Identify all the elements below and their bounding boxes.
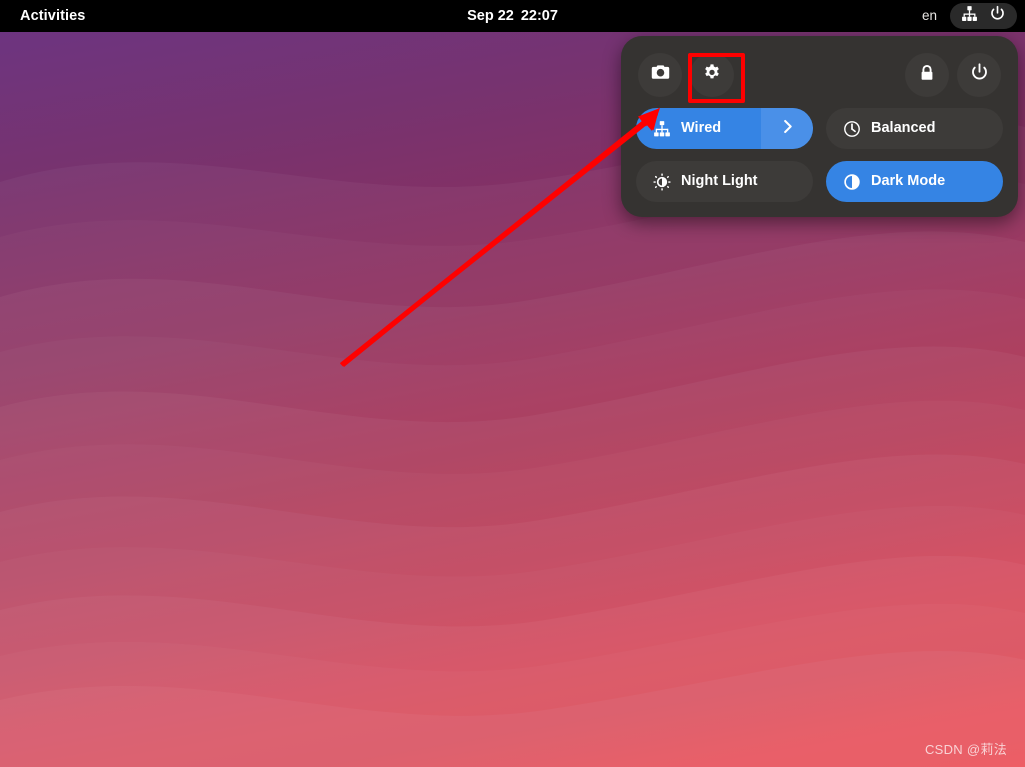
tile-power-profile[interactable]: Balanced (826, 108, 1003, 149)
system-status-menu-button[interactable] (950, 3, 1017, 29)
tile-label: Wired (681, 119, 722, 136)
screenshot-button[interactable] (638, 53, 682, 97)
tile-wired[interactable]: Wired (636, 108, 813, 149)
lock-icon (917, 63, 937, 88)
gear-icon (702, 63, 722, 88)
power-icon (989, 5, 1006, 27)
keyboard-language-indicator[interactable]: en (922, 0, 937, 32)
desktop-screen: Activities Sep 22 22:07 en Wired Balance… (0, 0, 1025, 767)
watermark: CSDN @莉法 (924, 742, 1007, 757)
tile-label: Balanced (871, 119, 936, 136)
camera-icon (650, 62, 671, 88)
tile-label: Night Light (681, 172, 758, 189)
quick-settings-panel: Wired Balanced Night Light Dark Mode (621, 36, 1018, 217)
activities-button[interactable]: Activities (14, 0, 91, 32)
chevron-right-icon (779, 118, 796, 139)
clock[interactable]: Sep 22 22:07 (0, 0, 1025, 32)
clock-time: 22:07 (520, 8, 558, 24)
clock-date: Sep 22 (467, 8, 514, 24)
quick-settings-tiles: Wired Balanced Night Light Dark Mode (636, 108, 1003, 202)
tile-night-light[interactable]: Night Light (636, 161, 813, 202)
lock-button[interactable] (905, 53, 949, 97)
tile-expand-button[interactable] (761, 108, 813, 149)
night-light-icon (653, 172, 671, 191)
power-button[interactable] (957, 53, 1001, 97)
dark-mode-icon (843, 173, 861, 191)
tile-label: Dark Mode (871, 172, 946, 189)
settings-button[interactable] (690, 53, 734, 97)
power-icon (969, 62, 990, 88)
tile-dark-mode[interactable]: Dark Mode (826, 161, 1003, 202)
wired-network-icon (653, 120, 671, 138)
wired-network-icon (961, 5, 978, 27)
quick-settings-action-row (638, 53, 1001, 97)
speedometer-icon (843, 120, 861, 138)
top-bar: Activities Sep 22 22:07 en (0, 0, 1025, 32)
